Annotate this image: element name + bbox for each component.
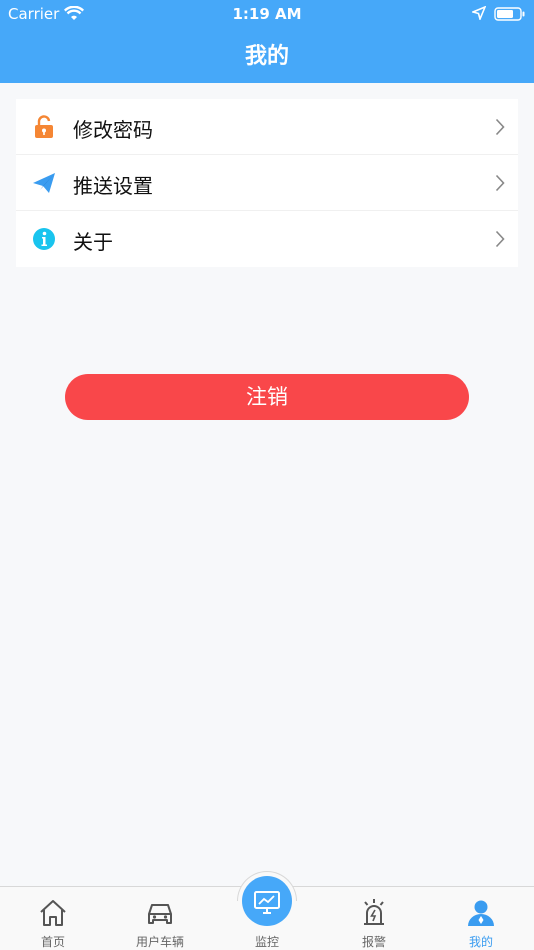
menu-item-push-settings[interactable]: 推送设置 — [16, 155, 518, 211]
page-title: 我的 — [244, 44, 289, 69]
alarm-icon — [364, 899, 384, 925]
tab-label: 我的 — [468, 935, 493, 949]
chevron-right-icon — [495, 118, 505, 136]
menu-item-label: 推送设置 — [73, 174, 153, 198]
tab-mine[interactable]: 我的 — [428, 887, 534, 950]
tab-bar: 首页 用户车辆 监控 报警 我的 — [0, 871, 534, 950]
logout-button[interactable]: 注销 — [65, 374, 469, 420]
location-arrow-icon — [472, 6, 486, 20]
tab-label: 首页 — [40, 935, 65, 949]
chevron-right-icon — [495, 230, 505, 248]
tab-monitor[interactable]: 监控 — [214, 876, 320, 950]
chevron-right-icon — [495, 174, 505, 192]
home-icon — [40, 900, 66, 926]
car-icon — [148, 904, 172, 924]
tab-home[interactable]: 首页 — [0, 887, 106, 950]
menu-item-change-password[interactable]: 修改密码 — [16, 99, 518, 155]
menu-item-label: 关于 — [73, 230, 113, 254]
menu-item-about[interactable]: 关于 — [16, 211, 518, 267]
unlock-icon — [35, 115, 53, 138]
app-header: Carrier 1:19 AM 我的 — [0, 0, 534, 83]
battery-icon — [494, 7, 525, 21]
status-time: 1:19 AM — [232, 5, 302, 23]
monitor-icon — [254, 891, 280, 914]
tab-alarm[interactable]: 报警 — [321, 887, 427, 950]
menu-item-label: 修改密码 — [73, 118, 153, 142]
tab-label: 用户车辆 — [135, 935, 184, 949]
paper-plane-icon — [33, 173, 55, 193]
tab-label: 报警 — [361, 935, 386, 949]
user-icon — [468, 900, 494, 926]
settings-menu: 修改密码 推送设置 关于 — [16, 99, 518, 267]
info-icon — [33, 228, 55, 250]
tab-label: 监控 — [254, 935, 279, 949]
status-bar: Carrier 1:19 AM — [0, 0, 534, 28]
tab-user-vehicles[interactable]: 用户车辆 — [107, 887, 213, 950]
